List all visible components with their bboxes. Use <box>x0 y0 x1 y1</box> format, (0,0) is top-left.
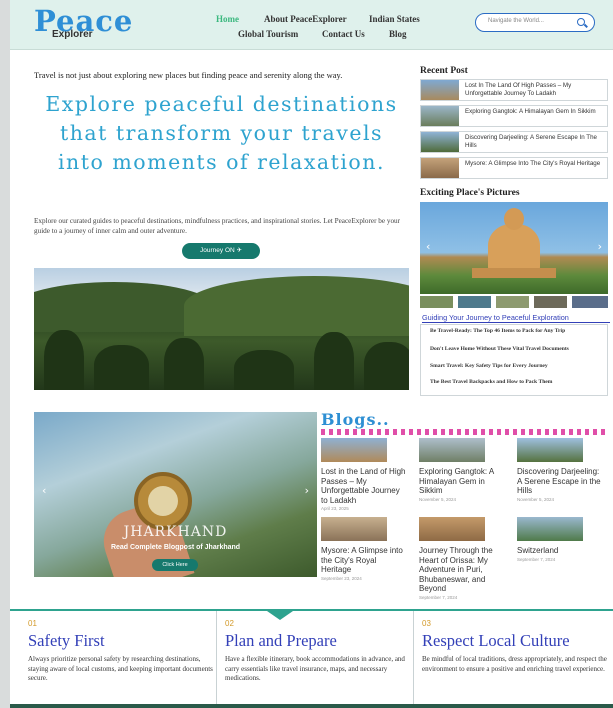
footer-strip <box>10 704 613 708</box>
blog-card[interactable]: Lost in the Land of High Passes – My Unf… <box>321 438 407 511</box>
nav-global-tourism[interactable]: Global Tourism <box>238 29 298 39</box>
feature-click-button[interactable]: Click Here <box>152 559 198 571</box>
feature-prev-arrow-icon[interactable]: ‹ <box>42 484 46 497</box>
blog-card-title[interactable]: Discovering Darjeeling: A Serene Escape … <box>517 467 603 496</box>
hero-forest-image <box>34 268 409 390</box>
blog-card-title[interactable]: Journey Through the Heart of Orissa: My … <box>419 546 505 594</box>
featured-post-banner: ‹ › JHARKHAND Read Complete Blogpost of … <box>34 412 317 577</box>
feature-subtitle: Read Complete Blogpost of Jharkhand <box>110 544 241 551</box>
guide-title: Guiding Your Journey to Peaceful Explora… <box>422 313 610 323</box>
journey-on-label: Journey ON <box>200 247 235 254</box>
tip-number: 02 <box>225 619 234 628</box>
recent-post-title-text: Lost In The Land Of High Passes – My Unf… <box>465 82 572 97</box>
blog-card-image <box>517 517 583 541</box>
recent-post-thumb <box>421 106 459 126</box>
logo-sub-text: Explorer <box>52 29 93 40</box>
tip-number: 03 <box>422 619 431 628</box>
recent-post-title-text: Exploring Gangtok: A Himalayan Gem In Si… <box>465 108 596 115</box>
tip-card: 02 Plan and Prepare Have a flexible itin… <box>216 611 413 708</box>
recent-post-title-text: Discovering Darjeeling: A Serene Escape … <box>465 134 597 149</box>
guide-list: Be Travel-Ready: The Top 46 Items to Pac… <box>420 324 608 396</box>
slider-thumb[interactable] <box>458 296 491 308</box>
blog-card[interactable]: Switzerland September 7, 2024 <box>517 517 603 562</box>
slider-prev-arrow-icon[interactable]: ‹ <box>426 240 430 253</box>
guide-item[interactable]: Smart Travel: Key Safety Tips for Every … <box>430 363 602 370</box>
nav-indian-states[interactable]: Indian States <box>369 14 420 24</box>
site-logo[interactable]: Peace Explorer <box>34 4 144 42</box>
pictures-slider: ‹ › <box>420 202 608 294</box>
blog-card-image <box>517 438 583 462</box>
tip-card: 03 Respect Local Culture Be mindful of l… <box>413 611 613 708</box>
travel-tips-section: 01 Safety First Always prioritize person… <box>10 609 613 708</box>
slider-next-arrow-icon[interactable]: › <box>598 240 602 253</box>
feature-title: JHARKHAND <box>123 524 228 540</box>
recent-post-item[interactable]: Lost In The Land Of High Passes – My Unf… <box>420 79 608 101</box>
blog-card-image <box>419 517 485 541</box>
blogs-divider <box>321 429 608 435</box>
nav-blog[interactable]: Blog <box>389 29 407 39</box>
hero-headline: Explore peaceful destinations that trans… <box>45 92 398 174</box>
recent-post-item[interactable]: Mysore: A Glimpse Into The City's Royal … <box>420 157 608 179</box>
blog-card[interactable]: Exploring Gangtok: A Himalayan Gem in Si… <box>419 438 505 502</box>
blog-card-date: September 7, 2024 <box>419 594 458 600</box>
guide-item[interactable]: Be Travel-Ready: The Top 46 Items to Pac… <box>430 328 602 335</box>
tip-title: Safety First <box>28 631 105 650</box>
blogs-title: Blogs.. <box>321 410 390 429</box>
blog-card[interactable]: Discovering Darjeeling: A Serene Escape … <box>517 438 603 502</box>
blog-card-title[interactable]: Lost in the Land of High Passes – My Unf… <box>321 467 407 505</box>
blog-card-date: September 7, 2024 <box>517 556 556 562</box>
blog-card-image <box>419 438 485 462</box>
tip-number: 01 <box>28 619 37 628</box>
blog-card-date: September 23, 2024 <box>321 575 362 581</box>
tip-text: Be mindful of local traditions, dress ap… <box>422 655 607 673</box>
hero-intro: Explore our curated guides to peaceful d… <box>34 217 401 235</box>
tip-title: Plan and Prepare <box>225 631 337 650</box>
slider-thumb[interactable] <box>572 296 608 308</box>
recent-post-thumb <box>421 132 459 152</box>
recent-post-item[interactable]: Discovering Darjeeling: A Serene Escape … <box>420 131 608 153</box>
blog-card-date: November 5, 2024 <box>517 496 555 502</box>
feature-next-arrow-icon[interactable]: › <box>305 484 309 497</box>
recent-post-title-text: Mysore: A Glimpse Into The City's Royal … <box>465 160 601 167</box>
recent-post-item[interactable]: Exploring Gangtok: A Himalayan Gem In Si… <box>420 105 608 127</box>
tip-card: 01 Safety First Always prioritize person… <box>20 611 216 708</box>
plane-icon: ✈ <box>236 247 242 254</box>
blog-card-image <box>321 517 387 541</box>
slider-thumbnails <box>420 296 608 308</box>
guide-item[interactable]: The Best Travel Backpacks and How to Pac… <box>430 379 602 386</box>
blog-card-date: April 23, 2025 <box>321 506 349 511</box>
tip-text: Have a flexible itinerary, book accommod… <box>225 655 405 682</box>
compass-image <box>134 472 192 530</box>
site-header: Peace Explorer Home About PeaceExplorer … <box>10 0 613 50</box>
hero-tagline: Travel is not just about exploring new p… <box>34 70 343 80</box>
search-input[interactable]: Navigate the World... <box>475 13 595 32</box>
nav-about[interactable]: About PeaceExplorer <box>264 14 347 24</box>
pictures-title: Exciting Place's Pictures <box>420 188 520 198</box>
slider-thumb[interactable] <box>534 296 567 308</box>
recent-post-thumb <box>421 158 459 178</box>
search-placeholder: Navigate the World... <box>488 18 544 24</box>
guide-item[interactable]: Don't Leave Home Without These Vital Tra… <box>430 346 602 353</box>
blog-card-title[interactable]: Exploring Gangtok: A Himalayan Gem in Si… <box>419 467 505 496</box>
tip-title: Respect Local Culture <box>422 631 570 650</box>
blog-card-image <box>321 438 387 462</box>
slider-thumb[interactable] <box>496 296 529 308</box>
nav-contact[interactable]: Contact Us <box>322 29 365 39</box>
blog-card-date: November 5, 2024 <box>419 496 457 502</box>
recent-post-thumb <box>421 80 459 100</box>
blog-card-title[interactable]: Mysore: A Glimpse into the City's Royal … <box>321 546 407 575</box>
page: Peace Explorer Home About PeaceExplorer … <box>10 0 613 708</box>
blog-card-title[interactable]: Switzerland <box>517 546 603 556</box>
tip-text: Always prioritize personal safety by res… <box>28 655 213 682</box>
search-icon[interactable] <box>577 18 585 26</box>
recent-post-title: Recent Post <box>420 66 468 76</box>
blog-card[interactable]: Journey Through the Heart of Orissa: My … <box>419 517 505 600</box>
nav-home[interactable]: Home <box>216 14 239 24</box>
blog-card[interactable]: Mysore: A Glimpse into the City's Royal … <box>321 517 407 581</box>
slider-thumb[interactable] <box>420 296 453 308</box>
journey-on-button[interactable]: Journey ON ✈ <box>182 243 260 259</box>
